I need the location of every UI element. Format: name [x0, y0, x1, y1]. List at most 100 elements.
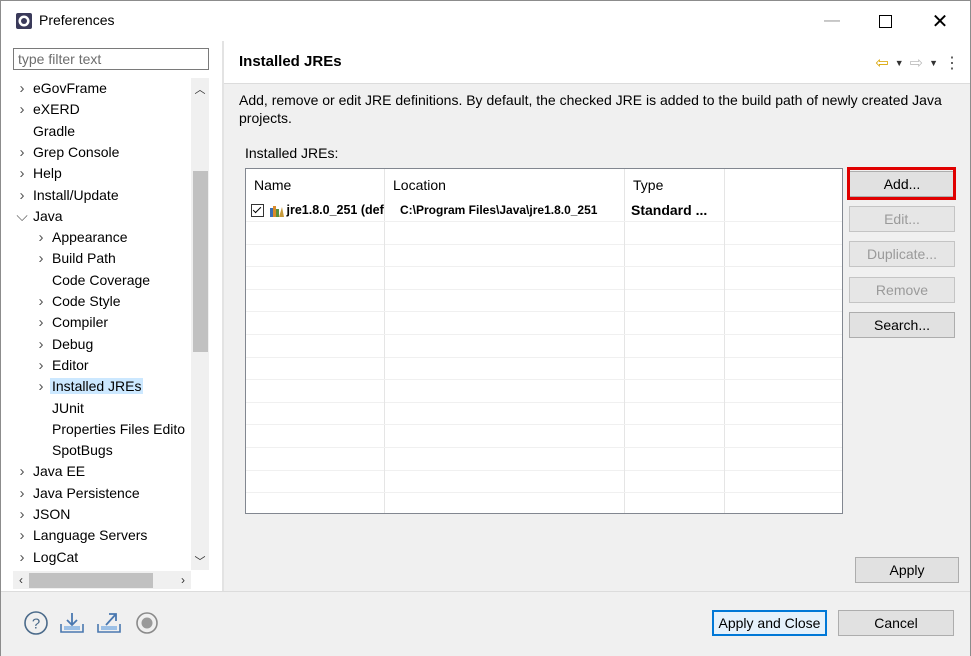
dialog-button-bar: ? Apply and Close Cancel	[1, 591, 970, 656]
tree-item-label: Help	[33, 165, 62, 182]
minimize-button[interactable]: —	[806, 1, 858, 41]
chevron-right-icon[interactable]: ›	[32, 291, 50, 312]
tree-item[interactable]: › LogCat	[13, 547, 80, 568]
tree-horizontal-scrollbar[interactable]: ‹ ›	[13, 571, 191, 589]
tree-item[interactable]: › Debug	[32, 334, 95, 355]
chevron-right-icon[interactable]: ›	[13, 525, 31, 546]
scroll-up-icon[interactable]: ︿	[191, 81, 209, 97]
vertical-scroll-thumb[interactable]	[193, 171, 208, 352]
table-empty-row	[246, 447, 842, 471]
maximize-button[interactable]	[859, 1, 911, 41]
tree-item[interactable]: › Appearance	[32, 227, 130, 248]
jre-default-checkbox[interactable]	[251, 204, 264, 218]
chevron-right-icon[interactable]: ›	[32, 227, 50, 248]
table-empty-row	[246, 357, 842, 381]
maximize-icon	[878, 14, 892, 28]
installed-jres-table[interactable]: Name Location Type jre1.8.0_251 (def... …	[245, 168, 843, 514]
chevron-down-icon[interactable]: ⌵	[13, 206, 31, 227]
tree-item[interactable]: › Java EE	[13, 461, 87, 482]
table-empty-cell	[246, 244, 385, 267]
chevron-right-icon[interactable]: ›	[13, 504, 31, 525]
tree-item[interactable]: ⌵ Java	[13, 206, 65, 227]
record-icon[interactable]	[134, 610, 160, 636]
column-header-type[interactable]: Type	[625, 169, 725, 199]
tree-item[interactable]: › Grep Console	[13, 142, 121, 163]
column-header-location[interactable]: Location	[385, 169, 625, 199]
tree-item[interactable]: › Editor	[32, 355, 91, 376]
tree-item[interactable]: › Compiler	[32, 312, 110, 333]
chevron-right-icon[interactable]: ›	[32, 334, 50, 355]
chevron-right-icon[interactable]: ›	[32, 312, 50, 333]
help-icon[interactable]: ?	[23, 610, 49, 636]
tree-item-label: Properties Files Edito	[52, 420, 186, 437]
tree-item[interactable]: › eXERD	[13, 99, 82, 120]
tree-item[interactable]: › JSON	[13, 504, 72, 525]
tree-item[interactable]: Gradle	[13, 121, 77, 142]
page-header: Installed JREs ⇦ ▼ ⇨ ▼ ⋮	[224, 41, 970, 84]
installed-jres-label: Installed JREs:	[245, 145, 339, 161]
table-empty-cell	[385, 447, 625, 470]
close-button[interactable]: ✕	[914, 1, 966, 41]
table-empty-cell	[385, 379, 625, 402]
tree-item[interactable]: SpotBugs	[32, 440, 115, 461]
tree-item[interactable]: › Build Path	[32, 248, 118, 269]
table-empty-row	[246, 266, 842, 290]
horizontal-scroll-thumb[interactable]	[29, 573, 153, 588]
remove-button[interactable]: Remove	[849, 277, 955, 303]
chevron-right-icon[interactable]: ›	[13, 461, 31, 482]
tree-item[interactable]: › Help	[13, 163, 64, 184]
table-empty-cell	[625, 244, 725, 267]
filter-input[interactable]	[13, 48, 209, 70]
table-empty-cell	[385, 492, 625, 513]
tree-item[interactable]: › Installed JREs	[32, 376, 144, 397]
scroll-right-icon[interactable]: ›	[175, 571, 191, 589]
table-empty-cell	[625, 357, 725, 380]
chevron-right-icon[interactable]: ›	[13, 483, 31, 504]
scroll-down-icon[interactable]: ﹀	[191, 553, 209, 569]
table-empty-cell	[246, 266, 385, 289]
tree-item-label: LogCat	[33, 548, 79, 565]
tree-item[interactable]: Code Coverage	[32, 270, 152, 291]
table-row[interactable]: jre1.8.0_251 (def... C:\Program Files\Ja…	[246, 199, 842, 222]
forward-menu-dropdown-icon[interactable]: ▼	[929, 58, 938, 68]
tree-item[interactable]: › eGovFrame	[13, 78, 109, 99]
chevron-right-icon[interactable]: ›	[13, 163, 31, 184]
table-empty-cell	[246, 447, 385, 470]
tree-item[interactable]: Properties Files Edito	[32, 419, 187, 440]
tree-vertical-scrollbar[interactable]: ︿ ﹀	[191, 78, 209, 570]
view-menu-icon[interactable]: ⋮	[944, 53, 960, 73]
chevron-right-icon[interactable]: ›	[13, 142, 31, 163]
chevron-right-icon[interactable]: ›	[32, 355, 50, 376]
chevron-right-icon[interactable]: ›	[13, 547, 31, 568]
jre-name-cell: jre1.8.0_251 (def...	[246, 199, 385, 221]
tree-item[interactable]: › Language Servers	[13, 525, 149, 546]
tree-item[interactable]: JUnit	[32, 398, 86, 419]
tree-item[interactable]: › Java Persistence	[13, 483, 142, 504]
tree-item[interactable]: › Code Style	[32, 291, 122, 312]
table-empty-cell	[385, 425, 625, 447]
forward-arrow-icon[interactable]: ⇨	[910, 53, 923, 73]
chevron-right-icon[interactable]: ›	[13, 99, 31, 120]
edit-button[interactable]: Edit...	[849, 206, 955, 232]
back-menu-dropdown-icon[interactable]: ▼	[895, 58, 904, 68]
preferences-window: Preferences — ✕ ›eGovFrame›eXERDGradle›G…	[0, 0, 971, 656]
page-navigation: ⇦ ▼ ⇨ ▼ ⋮	[875, 53, 960, 73]
chevron-right-icon[interactable]: ›	[13, 185, 31, 206]
export-icon[interactable]	[96, 610, 122, 636]
scroll-left-icon[interactable]: ‹	[13, 571, 29, 589]
search-button[interactable]: Search...	[849, 312, 955, 338]
back-arrow-icon[interactable]: ⇦	[875, 53, 888, 73]
tree-item[interactable]: › Install/Update	[13, 185, 121, 206]
table-empty-cell	[385, 312, 625, 334]
apply-and-close-button[interactable]: Apply and Close	[712, 610, 827, 636]
table-empty-row	[246, 425, 842, 448]
table-empty-cell	[246, 221, 385, 244]
chevron-right-icon[interactable]: ›	[13, 78, 31, 99]
cancel-button[interactable]: Cancel	[838, 610, 954, 636]
duplicate-button[interactable]: Duplicate...	[849, 241, 955, 267]
apply-button[interactable]: Apply	[855, 557, 959, 583]
import-icon[interactable]	[59, 610, 85, 636]
column-header-name[interactable]: Name	[246, 169, 385, 199]
chevron-right-icon[interactable]: ›	[32, 376, 50, 397]
chevron-right-icon[interactable]: ›	[32, 248, 50, 269]
